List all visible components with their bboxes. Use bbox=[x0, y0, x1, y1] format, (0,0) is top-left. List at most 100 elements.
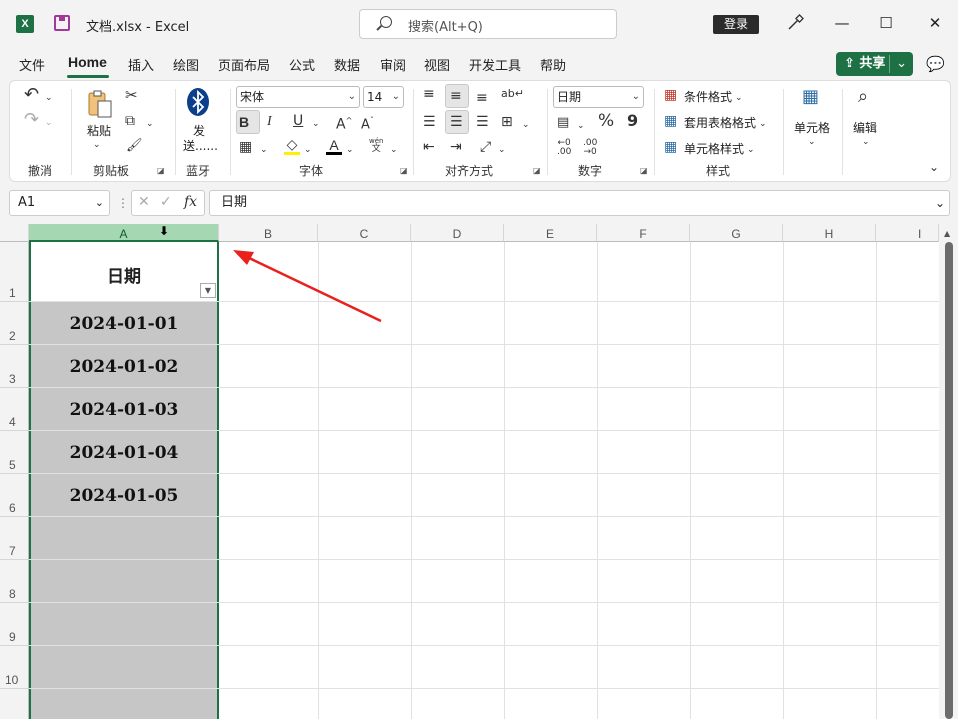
chevron-down-icon[interactable]: ⌄ bbox=[498, 142, 506, 158]
worksheet[interactable]: A B C D E F G H I ⬇ 1 2 3 4 5 6 7 8 9 10… bbox=[0, 224, 958, 719]
chevron-down-icon[interactable]: ⌄ bbox=[747, 142, 755, 158]
chevron-down-icon[interactable]: ⌄ bbox=[390, 142, 398, 158]
cut-icon[interactable]: ✂ bbox=[125, 87, 138, 103]
tab-formulas[interactable]: 公式 bbox=[289, 55, 315, 74]
tab-help[interactable]: 帮助 bbox=[540, 55, 566, 74]
scrollbar-thumb[interactable] bbox=[945, 242, 953, 719]
chevron-down-icon[interactable]: ⌄ bbox=[577, 118, 585, 134]
name-box[interactable]: A1 ⌄ bbox=[9, 190, 110, 216]
tab-insert[interactable]: 插入 bbox=[128, 55, 154, 74]
tab-review[interactable]: 审阅 bbox=[380, 55, 406, 74]
table-format-icon[interactable]: ▦ bbox=[664, 113, 677, 129]
chevron-down-icon[interactable]: ⌄ bbox=[312, 116, 320, 132]
bold-button[interactable]: B bbox=[239, 114, 249, 130]
comma-style-icon[interactable]: 9 bbox=[627, 113, 638, 129]
currency-icon[interactable]: ▤ bbox=[557, 115, 569, 131]
tab-data[interactable]: 数据 bbox=[334, 55, 360, 74]
chevron-down-icon[interactable]: ⌄ bbox=[93, 137, 101, 153]
fill-color-icon[interactable]: ◇ bbox=[284, 137, 300, 155]
font-name-select[interactable]: 宋体 ⌄ bbox=[236, 86, 360, 108]
close-button[interactable]: ✕ bbox=[923, 11, 947, 35]
chevron-down-icon[interactable]: ⌄ bbox=[862, 134, 870, 150]
share-button[interactable]: ⇪ 共享 ⌄ bbox=[836, 52, 913, 76]
dialog-launcher-icon[interactable]: ◪ bbox=[640, 166, 648, 175]
tab-developer[interactable]: 开发工具 bbox=[469, 55, 521, 74]
decrease-indent-icon[interactable]: ⇤ bbox=[423, 139, 435, 155]
underline-button[interactable]: U bbox=[293, 113, 303, 129]
chevron-down-icon[interactable]: ⌄ bbox=[346, 142, 354, 158]
phonetic-guide-icon[interactable]: wén 文 bbox=[369, 137, 383, 154]
font-color-icon[interactable]: A bbox=[326, 137, 342, 155]
chevron-down-icon[interactable]: ⌄ bbox=[304, 142, 312, 158]
format-painter-icon[interactable]: 🖌 bbox=[126, 138, 143, 154]
chevron-down-icon[interactable]: ⌄ bbox=[759, 116, 767, 132]
increase-font-icon[interactable]: A^ bbox=[336, 113, 352, 133]
conditional-format-icon[interactable]: ▦ bbox=[664, 87, 677, 103]
decrease-font-icon[interactable]: Aˇ bbox=[361, 113, 374, 133]
enter-icon[interactable]: ✓ bbox=[160, 194, 172, 210]
tab-draw[interactable]: 绘图 bbox=[173, 55, 199, 74]
increase-decimal-icon[interactable]: ←0.00 bbox=[557, 139, 571, 157]
chevron-down-icon[interactable]: ⌄ bbox=[146, 116, 154, 132]
chevron-down-icon[interactable]: ⌄ bbox=[522, 117, 530, 133]
chevron-down-icon[interactable]: ⌄ bbox=[95, 191, 104, 215]
send-label-2[interactable]: 送...... bbox=[183, 137, 218, 154]
formula-input[interactable]: 日期 ⌄ bbox=[209, 190, 950, 216]
dialog-launcher-icon[interactable]: ◪ bbox=[533, 166, 541, 175]
number-format-select[interactable]: 日期 ⌄ bbox=[553, 86, 644, 108]
wrap-text-icon[interactable]: ab↵ bbox=[501, 86, 524, 102]
tab-page-layout[interactable]: 页面布局 bbox=[218, 55, 270, 74]
cells-icon[interactable]: ▦ bbox=[802, 88, 819, 106]
percent-icon[interactable]: % bbox=[598, 113, 614, 130]
cell-style-icon[interactable]: ▦ bbox=[664, 139, 677, 155]
minimize-button[interactable]: — bbox=[830, 11, 854, 35]
cell-style-button[interactable]: 单元格样式 bbox=[684, 140, 744, 157]
chevron-down-icon[interactable]: ⌄ bbox=[808, 134, 816, 150]
designer-wand-icon[interactable] bbox=[786, 14, 804, 36]
chevron-down-icon[interactable]: ⌄ bbox=[45, 115, 53, 131]
chevron-down-icon[interactable]: ⌄ bbox=[735, 90, 743, 106]
paste-icon[interactable] bbox=[86, 89, 114, 119]
comments-icon[interactable]: 💬 bbox=[926, 55, 945, 73]
table-format-button[interactable]: 套用表格格式 bbox=[684, 114, 756, 131]
chevron-down-icon[interactable]: ⌄ bbox=[896, 52, 907, 76]
font-size-select[interactable]: 14 ⌄ bbox=[363, 86, 404, 108]
dialog-launcher-icon[interactable]: ◪ bbox=[157, 166, 165, 175]
excel-logo-icon: X bbox=[16, 15, 34, 33]
merge-center-icon[interactable]: ⊞ bbox=[501, 114, 513, 130]
bluetooth-icon[interactable] bbox=[186, 87, 210, 117]
decrease-decimal-icon[interactable]: .00 →0 bbox=[583, 139, 597, 157]
border-icon[interactable]: ▦ bbox=[239, 139, 252, 155]
scroll-up-icon[interactable]: ▲ bbox=[944, 229, 950, 238]
increase-indent-icon[interactable]: ⇥ bbox=[450, 139, 462, 155]
align-middle-icon[interactable]: ≡ bbox=[450, 88, 462, 104]
login-button[interactable]: 登录 bbox=[713, 15, 759, 34]
align-top-icon[interactable]: ≡ bbox=[423, 86, 435, 102]
more-icon[interactable]: ⋮ bbox=[117, 196, 129, 210]
chevron-down-icon[interactable]: ⌄ bbox=[935, 191, 945, 215]
cancel-icon[interactable]: ✕ bbox=[138, 194, 150, 210]
align-right-icon[interactable]: ☰ bbox=[476, 114, 489, 130]
orientation-icon[interactable]: ⤢ bbox=[480, 139, 491, 155]
chevron-down-icon[interactable]: ⌄ bbox=[260, 142, 268, 158]
redo-icon[interactable]: ↷ bbox=[24, 111, 39, 129]
align-bottom-icon[interactable]: ≡ bbox=[476, 90, 488, 106]
ribbon-collapse-icon[interactable]: ⌄ bbox=[929, 159, 939, 175]
search-icon[interactable]: ⌕ bbox=[858, 88, 868, 106]
tab-file[interactable]: 文件 bbox=[19, 55, 45, 74]
insert-function-icon[interactable]: fx bbox=[184, 194, 197, 210]
dialog-launcher-icon[interactable]: ◪ bbox=[400, 166, 408, 175]
copy-icon[interactable]: ⧉ bbox=[125, 113, 135, 129]
maximize-button[interactable]: ☐ bbox=[874, 11, 898, 35]
align-left-icon[interactable]: ☰ bbox=[423, 114, 436, 130]
search-box[interactable]: 搜索(Alt+Q) bbox=[359, 9, 617, 39]
align-center-icon[interactable]: ☰ bbox=[450, 114, 463, 130]
tab-view[interactable]: 视图 bbox=[424, 55, 450, 74]
chevron-down-icon[interactable]: ⌄ bbox=[45, 90, 53, 106]
undo-icon[interactable]: ↶ bbox=[24, 86, 39, 104]
conditional-format-button[interactable]: 条件格式 bbox=[684, 88, 732, 105]
chevron-down-icon: ⌄ bbox=[391, 91, 400, 102]
save-icon[interactable] bbox=[54, 15, 70, 31]
tab-home[interactable]: Home bbox=[68, 54, 107, 70]
italic-button[interactable]: I bbox=[267, 114, 272, 130]
